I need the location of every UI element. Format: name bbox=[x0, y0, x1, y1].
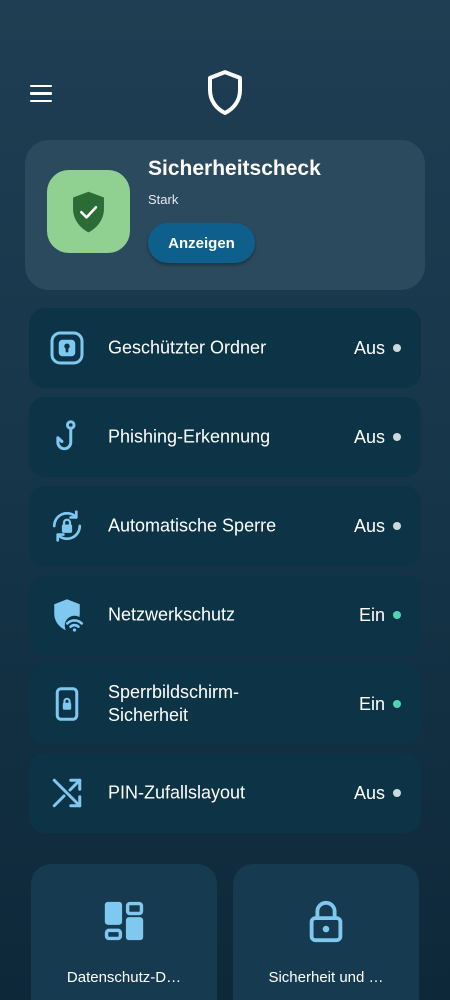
fish-hook-icon bbox=[56, 420, 76, 451]
feature-item-lock-screen-security[interactable]: Sperrbildschirm-Sicherheit Ein bbox=[29, 664, 421, 744]
feature-item-network-protection[interactable]: Netzwerkschutz Ein bbox=[29, 575, 421, 655]
feature-label: PIN-Zufallslayout bbox=[108, 782, 246, 803]
security-check-card: Sicherheitscheck Stark Anzeigen bbox=[25, 140, 425, 290]
lock-icon bbox=[309, 900, 343, 943]
auto-lock-icon bbox=[52, 510, 82, 542]
shuffle-icon bbox=[52, 778, 82, 808]
menu-icon[interactable] bbox=[30, 85, 52, 102]
security-status-badge bbox=[47, 170, 130, 253]
feature-item-pin-shuffle[interactable]: PIN-Zufallslayout Aus bbox=[29, 753, 421, 833]
feature-label: Phishing-Erkennung bbox=[108, 426, 271, 447]
feature-status: Aus bbox=[353, 783, 385, 803]
tile-label: Datenschutz-D… bbox=[66, 969, 182, 986]
shield-outline-icon bbox=[208, 70, 242, 115]
status-dot bbox=[393, 433, 401, 441]
tile-security-and-privacy[interactable]: Sicherheit und … bbox=[233, 864, 419, 1000]
status-dot bbox=[393, 611, 401, 619]
feature-label: Sperrbildschirm-Sicherheit bbox=[108, 682, 240, 725]
feature-status: Ein bbox=[358, 605, 385, 625]
network-shield-icon bbox=[54, 599, 85, 633]
feature-status: Ein bbox=[358, 694, 385, 714]
status-dot bbox=[393, 522, 401, 530]
secure-folder-icon bbox=[50, 331, 84, 365]
menu-bar bbox=[30, 99, 52, 102]
feature-label: Geschützter Ordner bbox=[108, 337, 267, 358]
dashboard-icon bbox=[104, 901, 144, 941]
menu-bar bbox=[30, 92, 52, 95]
feature-status: Aus bbox=[353, 516, 385, 536]
lock-screen-icon bbox=[55, 687, 79, 721]
feature-item-auto-lock[interactable]: Automatische Sperre Aus bbox=[29, 486, 421, 566]
security-check-title: Sicherheitscheck bbox=[148, 157, 321, 180]
status-dot bbox=[393, 700, 401, 708]
tile-privacy-dashboard[interactable]: Datenschutz-D… bbox=[31, 864, 217, 1000]
tile-label: Sicherheit und … bbox=[268, 969, 384, 986]
feature-item-secure-folder[interactable]: Geschützter Ordner Aus bbox=[29, 308, 421, 388]
menu-bar bbox=[30, 85, 52, 88]
feature-label: Automatische Sperre bbox=[108, 515, 277, 536]
feature-label: Netzwerkschutz bbox=[108, 604, 236, 625]
show-button[interactable]: Anzeigen bbox=[148, 223, 255, 263]
feature-status: Aus bbox=[353, 338, 385, 358]
shield-check-icon bbox=[73, 191, 104, 233]
security-check-status: Stark bbox=[148, 192, 179, 207]
feature-status: Aus bbox=[353, 427, 385, 447]
status-dot bbox=[393, 789, 401, 797]
status-dot bbox=[393, 344, 401, 352]
feature-item-phishing-detection[interactable]: Phishing-Erkennung Aus bbox=[29, 397, 421, 477]
